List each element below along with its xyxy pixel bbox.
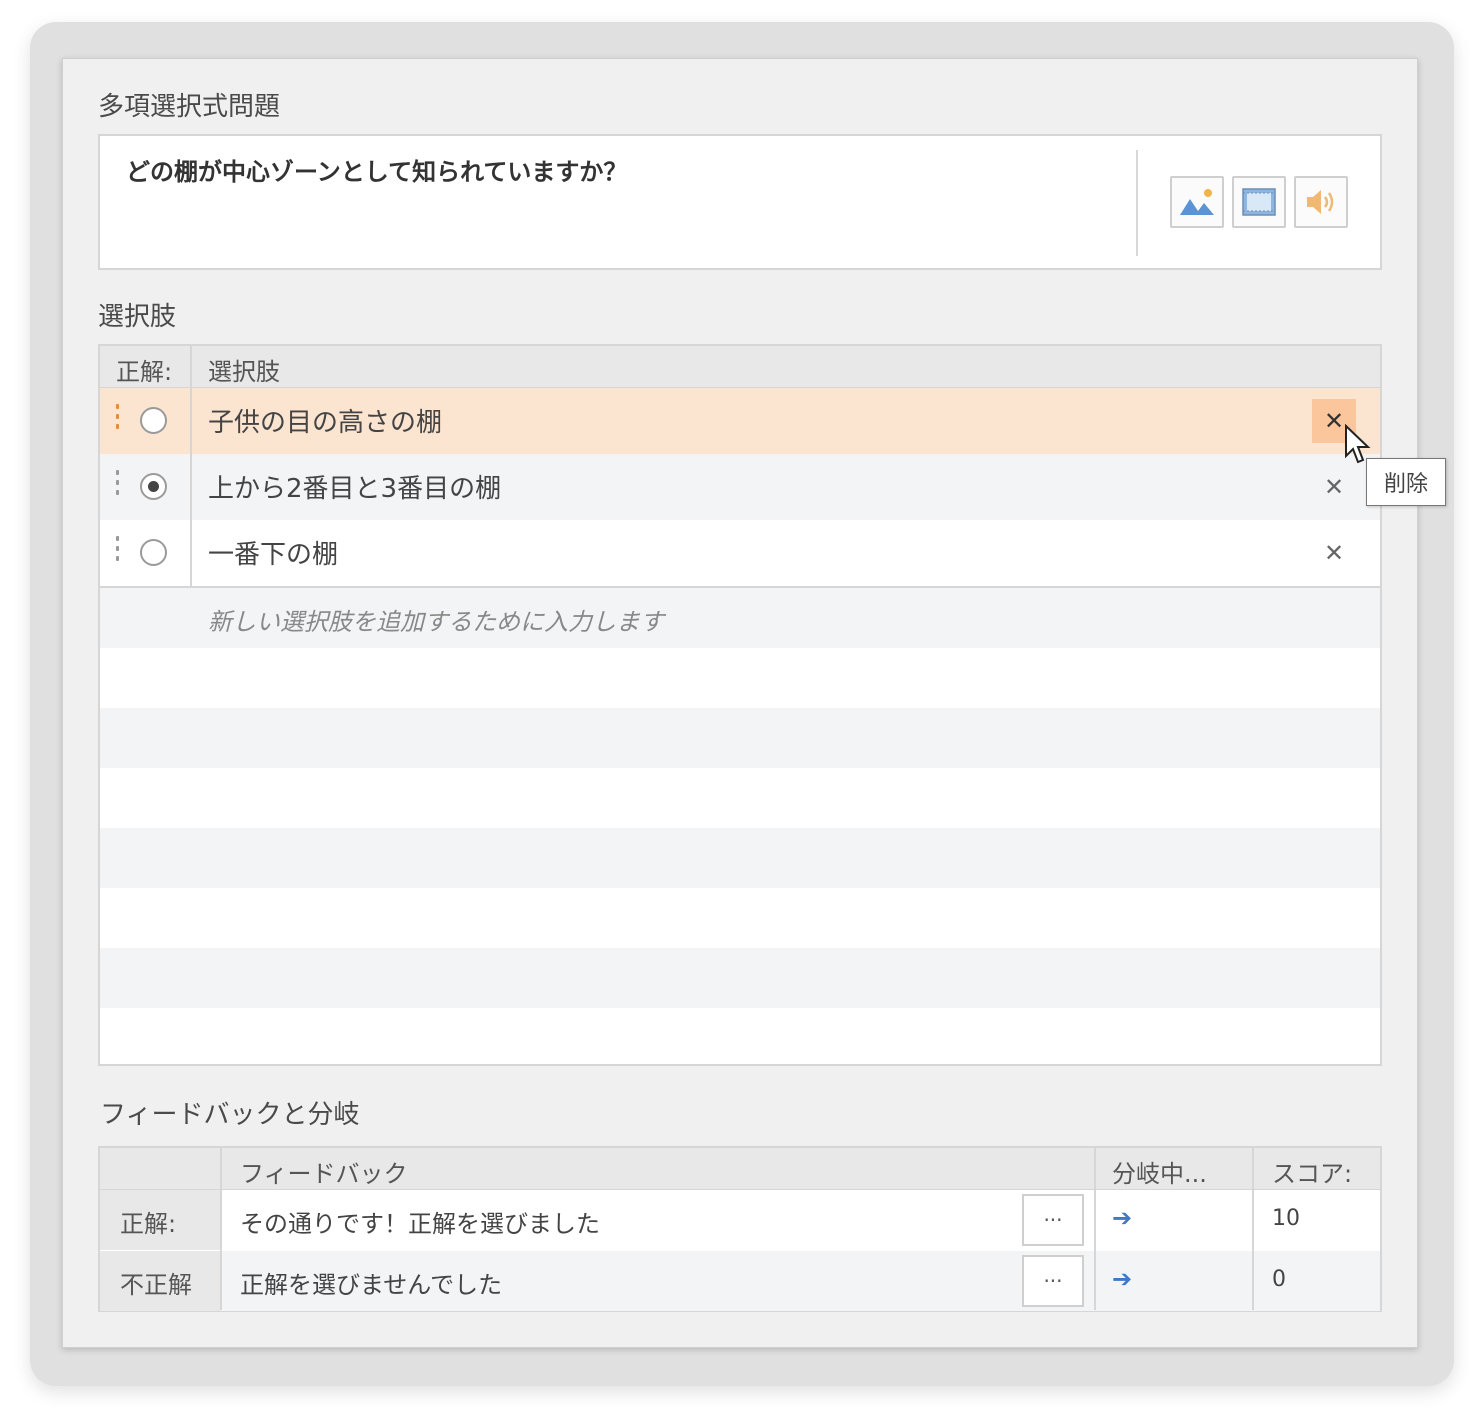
image-icon — [1180, 189, 1214, 215]
feedback-row-incorrect: 不正解 正解を選びませんでした ··· ➔ 0 — [100, 1251, 1380, 1311]
choices-table: 正解: 選択肢 子供の目の高さの棚 ✕ 上から2番目と3番目の棚 ✕ 一番下の棚… — [98, 344, 1382, 1066]
choice-label[interactable]: 上から2番目と3番目の棚 — [208, 468, 501, 505]
feedback-row-label: 正解: — [100, 1190, 220, 1250]
feedback-more-button[interactable]: ··· — [1022, 1255, 1084, 1307]
insert-video-button[interactable] — [1232, 176, 1286, 228]
arrow-right-icon[interactable]: ➔ — [1112, 1204, 1132, 1232]
column-divider — [1094, 1148, 1096, 1310]
feedback-table: フィードバック 分岐中... スコア: 正解: その通りです！正解を選びました … — [98, 1146, 1382, 1312]
column-divider — [190, 346, 192, 586]
choices-section-title: 選択肢 — [98, 302, 177, 332]
feedback-text[interactable]: 正解を選びませんでした — [240, 1265, 502, 1300]
drag-handle-icon[interactable] — [114, 536, 122, 570]
choice-column-header: 選択肢 — [208, 358, 280, 386]
feedback-row-correct: 正解: その通りです！正解を選びました ··· ➔ 10 — [100, 1190, 1380, 1250]
feedback-column-header: フィードバック — [240, 1160, 408, 1188]
correct-column-header: 正解: — [116, 358, 173, 386]
empty-row — [100, 828, 1380, 888]
feedback-section-title: フィードバックと分岐 — [100, 1100, 360, 1130]
column-divider — [1252, 1148, 1254, 1310]
question-text[interactable]: どの棚が中心ゾーンとして知られていますか？ — [126, 152, 627, 187]
empty-row — [100, 1008, 1380, 1064]
correct-radio[interactable] — [140, 473, 167, 500]
insert-image-button[interactable] — [1170, 176, 1224, 228]
question-section-title: 多項選択式問題 — [98, 92, 281, 122]
score-column-header: スコア: — [1272, 1160, 1353, 1188]
delete-choice-button[interactable]: ✕ — [1312, 465, 1356, 509]
choice-label[interactable]: 一番下の棚 — [208, 534, 338, 571]
column-divider — [220, 1148, 222, 1310]
choices-header: 正解: 選択肢 — [100, 346, 1380, 388]
score-value[interactable]: 0 — [1272, 1267, 1286, 1292]
correct-radio[interactable] — [140, 407, 167, 434]
video-icon — [1242, 188, 1276, 216]
score-value[interactable]: 10 — [1272, 1206, 1300, 1231]
add-choice-row[interactable]: 新しい選択肢を追加するために入力します — [100, 586, 1380, 648]
drag-handle-icon[interactable] — [114, 404, 122, 438]
empty-row — [100, 768, 1380, 828]
empty-row — [100, 948, 1380, 1008]
correct-radio[interactable] — [140, 539, 167, 566]
divider — [1136, 150, 1138, 256]
arrow-right-icon[interactable]: ➔ — [1112, 1265, 1132, 1293]
choice-label[interactable]: 子供の目の高さの棚 — [208, 402, 442, 439]
feedback-row-label: 不正解 — [100, 1251, 220, 1311]
question-box[interactable]: どの棚が中心ゾーンとして知られていますか？ — [98, 134, 1382, 270]
empty-row — [100, 648, 1380, 708]
insert-audio-button[interactable] — [1294, 176, 1348, 228]
audio-icon — [1307, 190, 1334, 214]
feedback-text[interactable]: その通りです！正解を選びました — [240, 1204, 600, 1239]
choice-row[interactable]: 上から2番目と3番目の棚 ✕ — [100, 454, 1380, 520]
feedback-header: フィードバック 分岐中... スコア: — [100, 1148, 1380, 1190]
feedback-more-button[interactable]: ··· — [1022, 1194, 1084, 1246]
branch-column-header: 分岐中... — [1112, 1160, 1207, 1188]
add-choice-placeholder[interactable]: 新しい選択肢を追加するために入力します — [208, 602, 664, 637]
choice-row[interactable]: 一番下の棚 ✕ — [100, 520, 1380, 586]
delete-tooltip: 削除 — [1366, 458, 1446, 506]
choice-row[interactable]: 子供の目の高さの棚 ✕ — [100, 388, 1380, 454]
drag-handle-icon[interactable] — [114, 470, 122, 504]
delete-choice-button[interactable]: ✕ — [1312, 531, 1356, 575]
empty-row — [100, 708, 1380, 768]
empty-row — [100, 888, 1380, 948]
